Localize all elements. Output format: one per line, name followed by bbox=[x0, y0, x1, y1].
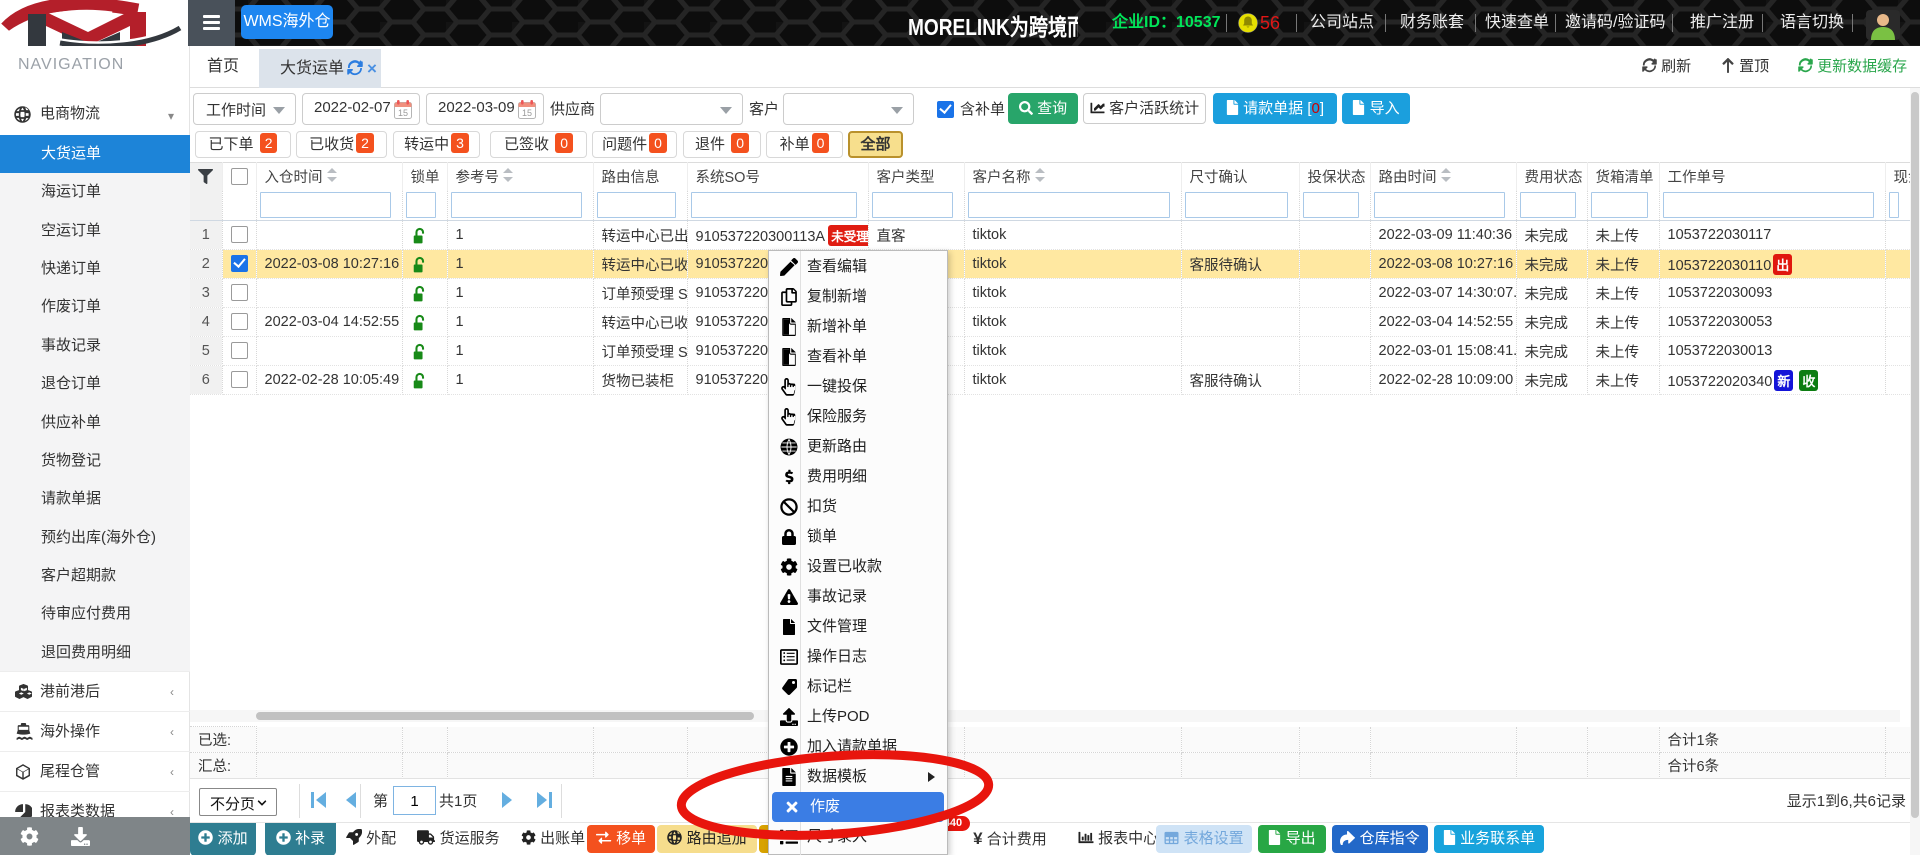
svg-text:15: 15 bbox=[522, 108, 532, 118]
svg-text:15: 15 bbox=[398, 108, 408, 118]
